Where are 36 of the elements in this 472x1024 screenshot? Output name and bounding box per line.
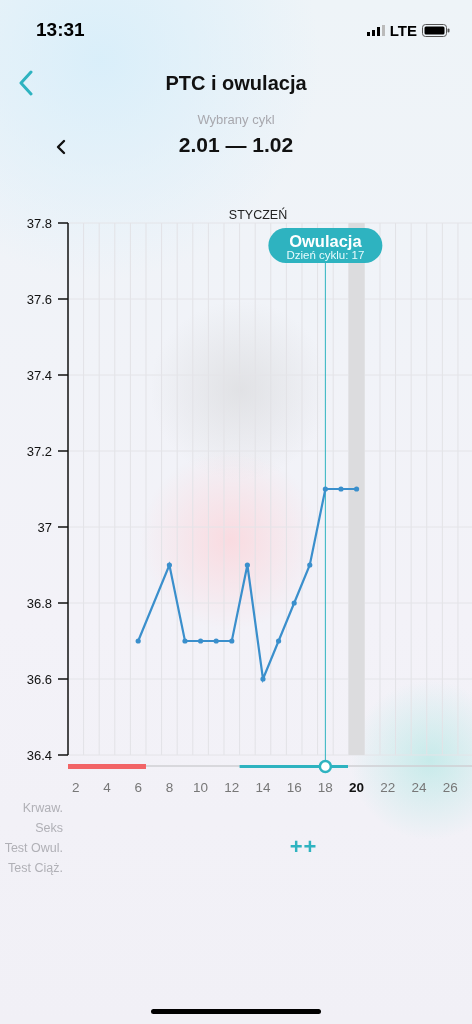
battery-icon <box>422 23 450 37</box>
x-tick-label: 16 <box>286 780 302 795</box>
ovulation-badge: Owulacja Dzień cyklu: 17 <box>268 228 383 263</box>
x-tick-label: 20 <box>349 780 365 795</box>
row-label: Krwaw. <box>21 801 63 815</box>
page-title: PTC i owulacja <box>165 71 307 95</box>
y-tick-label: 37.2 <box>26 444 52 459</box>
test-marker: ++ <box>289 834 318 860</box>
x-tick-label: 12 <box>224 780 240 795</box>
y-tick-label: 36.6 <box>26 672 52 687</box>
x-tick-label: 6 <box>134 780 142 795</box>
x-tick-label: 2 <box>72 780 80 795</box>
cycle-range: 2.01 — 1.02 <box>178 133 294 157</box>
month-label: STYCZEŃ <box>228 208 288 222</box>
x-tick-label: 10 <box>193 780 209 795</box>
row-label: Seks <box>34 821 63 835</box>
x-tick-label: 24 <box>411 780 427 795</box>
y-tick-label: 37.6 <box>26 292 52 307</box>
y-tick-label: 36.8 <box>26 596 52 611</box>
signal-icon <box>366 24 385 36</box>
x-tick-label: 26 <box>442 780 458 795</box>
cycle-label: Wybrany cykl <box>197 112 275 127</box>
status-time: 13:31 <box>36 19 85 41</box>
x-tick-label: 22 <box>380 780 396 795</box>
row-label: Test Owul. <box>3 841 63 855</box>
ovulation-marker <box>318 759 333 774</box>
x-tick-label: 4 <box>103 780 111 795</box>
x-tick-label: 14 <box>255 780 271 795</box>
y-tick-label: 37.4 <box>26 368 52 383</box>
x-tick-label: 8 <box>165 780 174 795</box>
y-tick-label: 37 <box>37 520 52 535</box>
row-label: Test Ciąż. <box>7 861 63 875</box>
x-tick-label: 18 <box>317 780 333 795</box>
y-tick-label: 37.8 <box>26 216 52 231</box>
network-label: LTE <box>389 21 417 39</box>
y-tick-label: 36.4 <box>26 748 52 763</box>
